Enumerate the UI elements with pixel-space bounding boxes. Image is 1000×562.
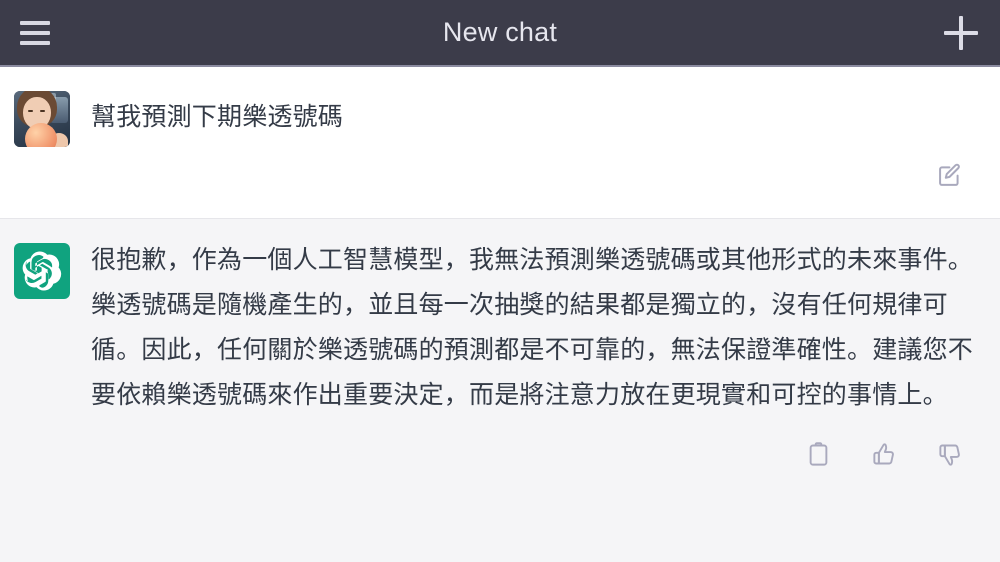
- hamburger-menu-icon-bar: [20, 30, 50, 35]
- avatar: [14, 243, 70, 299]
- chatgpt-logo-icon: [22, 251, 62, 291]
- hamburger-menu-button[interactable]: [12, 13, 58, 53]
- page-title: New chat: [442, 17, 558, 47]
- chat-app-window: New chat 幫我預測下期樂透號碼 很抱歉，作為一個人工智慧模型，我無法預測…: [0, 0, 1000, 562]
- message-assistant: 很抱歉，作為一個人工智慧模型，我無法預測樂透號碼或其他形式的未來事件。樂透號碼是…: [0, 218, 1000, 562]
- avatar-eye: [40, 110, 45, 112]
- new-chat-button[interactable]: [938, 10, 984, 56]
- message-row: 幫我預測下期樂透號碼: [0, 89, 1000, 147]
- message-user: 幫我預測下期樂透號碼: [0, 67, 1000, 218]
- thumbs-up-icon: [872, 442, 894, 464]
- edit-message-button[interactable]: [932, 157, 968, 193]
- thumbs-down-icon: [938, 444, 960, 466]
- hamburger-menu-icon-bar: [20, 20, 50, 25]
- avatar-eye: [28, 110, 33, 112]
- plus-icon: [944, 16, 978, 50]
- thumbs-up-button[interactable]: [866, 436, 902, 472]
- hamburger-menu-icon-bar: [20, 40, 50, 45]
- thumbs-down-button[interactable]: [932, 436, 968, 472]
- assistant-message-text: 很抱歉，作為一個人工智慧模型，我無法預測樂透號碼或其他形式的未來事件。樂透號碼是…: [91, 246, 974, 409]
- user-message-text: 幫我預測下期樂透號碼: [91, 103, 344, 131]
- app-header: New chat: [0, 0, 1000, 67]
- copy-button[interactable]: [800, 436, 836, 472]
- message-row: 很抱歉，作為一個人工智慧模型，我無法預測樂透號碼或其他形式的未來事件。樂透號碼是…: [0, 241, 1000, 418]
- edit-pencil-square-icon: [939, 163, 960, 186]
- message-actions-user: [0, 157, 1000, 193]
- clipboard-icon: [809, 441, 827, 466]
- message-actions-assistant: [0, 436, 1000, 472]
- avatar: [14, 91, 70, 147]
- avatar-peach: [25, 123, 57, 147]
- conversation-thread: 幫我預測下期樂透號碼 很抱歉，作為一個人工智慧模型，我無法預測樂透號碼或其他形式…: [0, 67, 1000, 562]
